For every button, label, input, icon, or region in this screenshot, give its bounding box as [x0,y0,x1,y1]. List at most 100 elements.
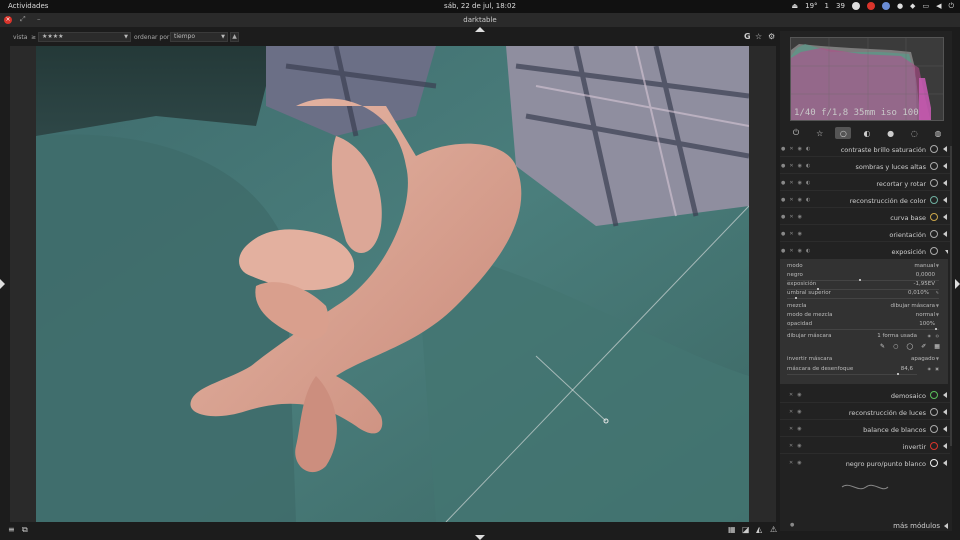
power-icon[interactable]: ⏻ [948,1,954,11]
sort-direction-button[interactable]: ▲ [230,32,239,42]
reset-icon[interactable]: ✕ [789,180,793,186]
module-white-balance[interactable]: ✕ ◉ balance de blancos [780,422,950,437]
color-profile-icon[interactable]: ▦ [728,525,736,534]
camera-icon[interactable]: ● [897,1,903,11]
styles-icon[interactable]: ⧉ [22,525,28,535]
reset-icon[interactable]: ✕ [789,146,793,152]
star-icon[interactable]: ☆ [812,127,828,139]
reset-icon[interactable]: ✕ [789,163,793,169]
expand-icon[interactable] [943,409,947,415]
expand-icon[interactable] [943,443,947,449]
module-base-curve[interactable]: ● ✕ ◉ curva base [780,210,950,225]
module-highlight-reconstruction[interactable]: ✕ ◉ reconstrucción de luces [780,405,950,420]
multi-instance-icon[interactable]: ◉ [798,163,802,169]
preset-icon[interactable]: ● [781,248,785,254]
reset-icon[interactable]: ✕ [789,392,793,398]
menu-icon[interactable]: ≡ [8,525,15,534]
module-orientation[interactable]: ● ✕ ◉ orientación [780,227,950,242]
reset-icon[interactable]: ✕ [789,426,793,432]
multi-instance-icon[interactable]: ◉ [798,231,802,237]
invert-mask-combo[interactable]: invertir máscara apagado ▼ [787,355,939,365]
preset-icon[interactable]: ● [781,180,785,186]
power-icon[interactable]: ◐ [806,180,810,186]
more-modules-button[interactable]: ● más módulos [780,521,950,533]
expand-icon[interactable] [943,163,947,169]
softproof-icon[interactable]: ◪ [742,525,750,534]
circle-icon[interactable]: ○ [835,127,852,139]
tone-icon[interactable]: ◐ [859,127,875,139]
threshold-slider[interactable]: umbral superior 0,010% ✎ [787,289,939,299]
multi-instance-icon[interactable]: ◉ [797,409,801,415]
module-black-white-point[interactable]: ✕ ◉ negro puro/punto blanco [780,456,950,471]
gear-icon[interactable]: ⚙ [768,32,775,41]
histogram[interactable]: 1/40 f/1,8 35mm iso 100 [790,37,944,121]
expand-icon[interactable] [943,197,947,203]
power-icon[interactable]: ⏻ [788,127,804,139]
preset-icon[interactable]: ● [781,146,785,152]
expand-icon[interactable] [943,426,947,432]
module-invert[interactable]: ✕ ◉ invertir [780,439,950,454]
reset-icon[interactable]: ✕ [789,443,793,449]
star-overlay-icon[interactable]: ☆ [755,32,762,41]
left-panel-toggle[interactable] [0,279,5,289]
module-color-reconstruction[interactable]: ● ✕ ◉ ◐ reconstrucción de color [780,193,950,208]
rating-filter-combo[interactable]: ★★★★ ▼ [38,32,131,42]
opacity-slider[interactable]: opacidad 100% [787,320,939,330]
reset-icon[interactable]: ✕ [789,409,793,415]
effect-icon[interactable]: ◍ [930,127,946,139]
collapse-icon[interactable] [945,250,948,254]
reset-icon[interactable]: ✕ [789,197,793,203]
preset-icon[interactable]: ● [781,163,785,169]
multi-instance-icon[interactable]: ◉ [798,146,802,152]
power-icon[interactable]: ◐ [806,248,810,254]
module-shadows[interactable]: ● ✕ ◉ ◐ sombras y luces altas [780,159,950,174]
sort-combo[interactable]: tiempo ▼ [170,32,228,42]
expand-icon[interactable] [943,460,947,466]
gamut-check-icon[interactable]: ◭ [756,525,762,534]
multi-instance-icon[interactable]: ◉ [798,214,802,220]
gradient-icon[interactable]: ▦ [934,343,940,350]
picker-icon[interactable]: ✎ [936,290,939,295]
grouping-button[interactable]: G [744,32,751,41]
module-demosaic[interactable]: ✕ ◉ demosaico [780,388,950,403]
vivaldi-icon[interactable] [866,2,875,10]
multi-instance-icon[interactable]: ◉ [797,426,801,432]
expand-icon[interactable] [943,146,947,152]
eye-icon[interactable]: ◉ [928,366,932,371]
expand-icon[interactable] [943,392,947,398]
right-panel-toggle[interactable] [955,279,960,289]
module-exposure[interactable]: ● ✕ ◉ ◐ exposición [780,244,950,259]
multi-instance-icon[interactable]: ◉ [798,180,802,186]
screen-icon[interactable]: ▭ [922,1,929,11]
preset-icon[interactable]: ● [781,214,785,220]
reset-icon[interactable]: ✕ [789,214,793,220]
chrome-icon[interactable] [851,2,860,10]
multi-instance-icon[interactable]: ◉ [797,392,801,398]
edit-mask-icon[interactable]: ◉ [928,333,932,338]
reset-icon[interactable]: ✕ [789,248,793,254]
preset-icon[interactable]: ● [781,197,785,203]
photo[interactable] [36,46,749,522]
correct-icon[interactable]: ◌ [906,127,922,139]
expand-icon[interactable] [943,231,947,237]
browser-icon[interactable] [881,2,890,10]
draw-mask-row[interactable]: dibujar máscara 1 forma usada ◉ ◍ [787,332,939,342]
power-icon[interactable]: ◐ [806,163,810,169]
multi-instance-icon[interactable]: ◉ [798,197,802,203]
warning-icon[interactable]: ⚠ [770,525,777,534]
blur-mask-slider[interactable]: máscara de desenfoque 84,6 ◉ ▣ [787,365,939,375]
dropbox-icon[interactable]: ◆ [910,1,915,11]
multi-instance-icon[interactable]: ◉ [797,460,801,466]
panel-scrollbar[interactable] [950,146,952,446]
brush-icon[interactable]: ✐ [921,343,926,350]
reset-icon[interactable]: ✕ [789,231,793,237]
show-mask-icon[interactable]: ◍ [936,333,940,338]
expand-icon[interactable] [943,214,947,220]
circle-shape-icon[interactable]: ○ [893,343,898,350]
preset-icon[interactable]: ● [790,522,794,528]
power-icon[interactable]: ◐ [806,146,810,152]
reset-icon[interactable]: ✕ [789,460,793,466]
volume-icon[interactable]: ◀ [936,1,941,11]
multi-instance-icon[interactable]: ◉ [797,443,801,449]
multi-instance-icon[interactable]: ◉ [798,248,802,254]
